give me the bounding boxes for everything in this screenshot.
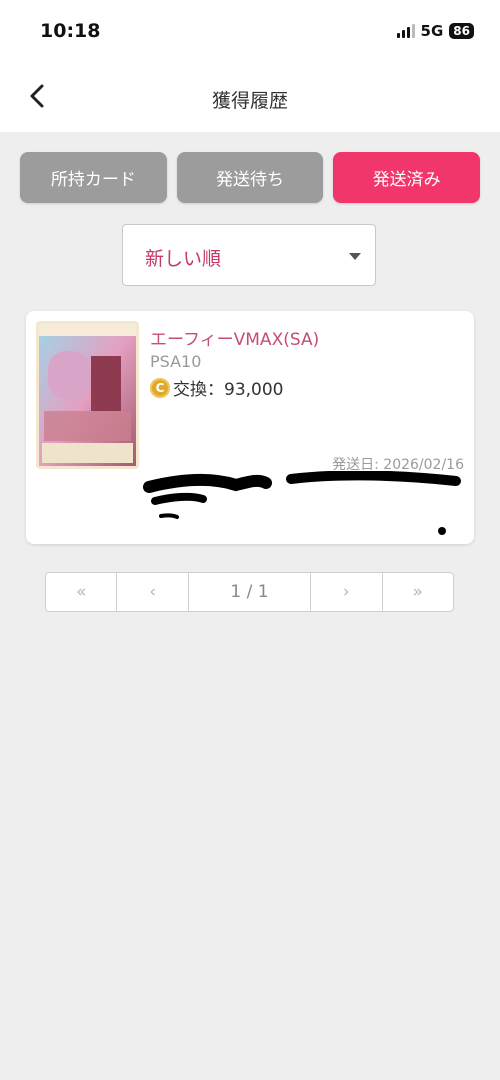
coin-icon: C bbox=[150, 377, 170, 398]
item-exchange-value: 交換：93,000 bbox=[173, 380, 284, 400]
battery-icon: 86 bbox=[449, 23, 474, 39]
caret-down-icon bbox=[349, 253, 361, 260]
signal-icon bbox=[396, 24, 415, 38]
redacted-address bbox=[141, 470, 461, 541]
pagination-current-page: 1 / 1 bbox=[189, 573, 312, 611]
pagination: « ‹ 1 / 1 › » bbox=[45, 572, 454, 612]
pagination-last-button[interactable]: » bbox=[383, 573, 453, 611]
tab-owned-cards[interactable]: 所持カード bbox=[20, 152, 167, 203]
list-item[interactable]: エーフィーVMAX(SA) PSA10 C 交換：93,000 発送日: 202… bbox=[26, 311, 474, 544]
pagination-first-button[interactable]: « bbox=[46, 573, 118, 611]
tab-shipped[interactable]: 発送済み bbox=[333, 152, 481, 203]
sort-select[interactable]: 新しい順 bbox=[122, 224, 376, 286]
card-thumbnail bbox=[36, 321, 139, 469]
pagination-next-button[interactable]: › bbox=[311, 573, 383, 611]
status-time: 10:18 bbox=[40, 20, 101, 42]
network-label: 5G bbox=[420, 22, 444, 40]
status-bar: 10:18 5G 86 bbox=[0, 0, 500, 64]
item-grade: PSA10 bbox=[150, 352, 202, 371]
item-name: エーフィーVMAX(SA) bbox=[150, 330, 320, 350]
pagination-prev-button[interactable]: ‹ bbox=[117, 573, 189, 611]
status-icons: 5G 86 bbox=[396, 22, 474, 40]
sort-selected-value: 新しい順 bbox=[145, 248, 222, 270]
item-exchange: C 交換：93,000 bbox=[150, 375, 283, 400]
tab-awaiting-shipment[interactable]: 発送待ち bbox=[176, 152, 324, 203]
page-title: 獲得履歴 bbox=[211, 90, 288, 112]
nav-bar: 獲得履歴 bbox=[0, 64, 500, 132]
tab-bar: 所持カード 発送待ち 発送済み bbox=[20, 152, 481, 203]
